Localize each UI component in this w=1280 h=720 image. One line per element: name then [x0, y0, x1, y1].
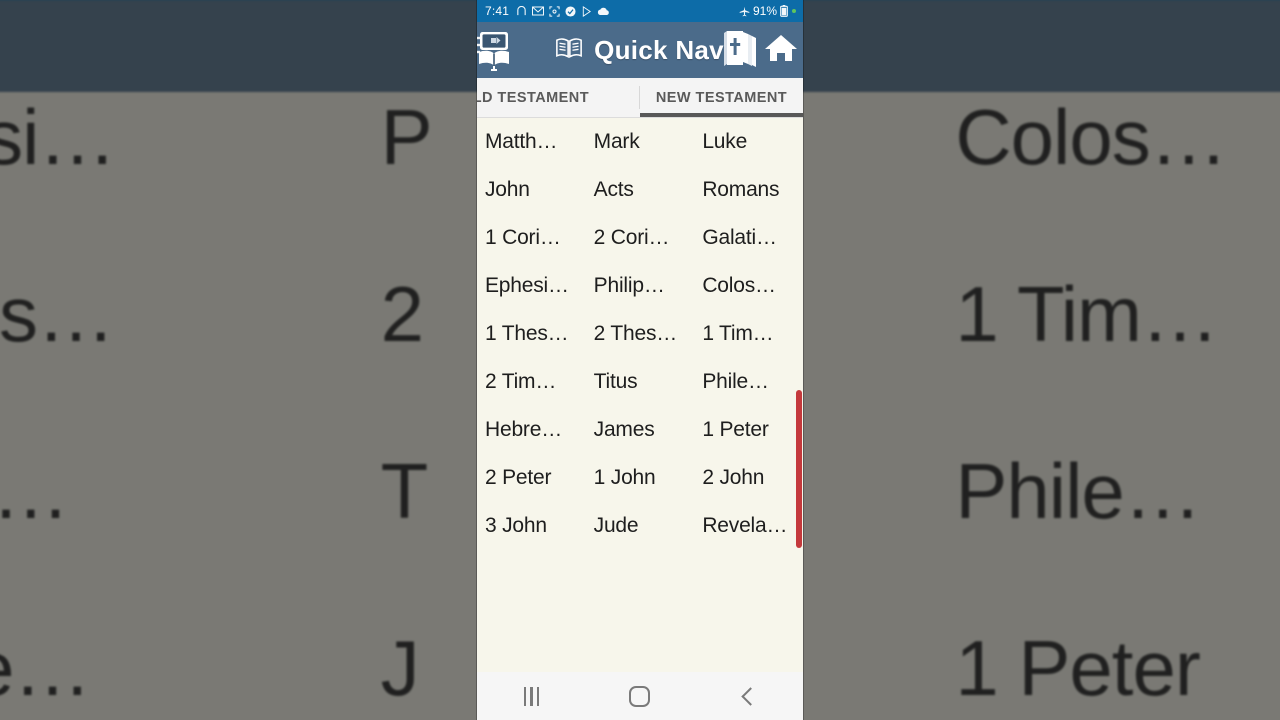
bible-books-stack-icon[interactable]: [721, 28, 757, 73]
tab-new-testament[interactable]: NEW TESTAMENT: [640, 78, 803, 117]
book-item[interactable]: 1 Thes…: [477, 310, 586, 358]
book-item[interactable]: 2 Thes…: [586, 310, 695, 358]
book-item[interactable]: Hebre…: [477, 406, 586, 454]
recents-button[interactable]: [501, 672, 561, 720]
book-item[interactable]: 1 John: [586, 454, 695, 502]
book-item[interactable]: Colos…: [694, 262, 803, 310]
book-item[interactable]: Luke: [694, 118, 803, 166]
status-bar-notification-icons: [516, 5, 610, 17]
play-store-icon: [581, 5, 592, 17]
book-grid: Matth… Mark Luke John Acts Romans 1 Cori… 2 Cor…: [477, 118, 803, 550]
home-icon[interactable]: [763, 32, 799, 69]
book-item[interactable]: 2 Tim…: [477, 358, 586, 406]
tab-indicator: [640, 113, 803, 117]
book-item[interactable]: Ephesi…: [477, 262, 586, 310]
book-item[interactable]: John: [477, 166, 586, 214]
recents-icon: [523, 686, 540, 706]
phone-screen: 7:41 91% Quick Nav LD TESTAMENT NEW TEST…: [477, 0, 803, 720]
back-button[interactable]: [719, 672, 779, 720]
tab-old-testament[interactable]: OLD TESTAMENT: [477, 78, 640, 117]
airplane-mode-icon: [739, 6, 750, 17]
book-item[interactable]: 2 Cori…: [586, 214, 695, 262]
book-item[interactable]: Galati…: [694, 214, 803, 262]
book-item[interactable]: Acts: [586, 166, 695, 214]
open-book-icon: [556, 37, 582, 64]
book-item[interactable]: Mark: [586, 118, 695, 166]
book-item[interactable]: James: [586, 406, 695, 454]
book-item[interactable]: 1 Cori…: [477, 214, 586, 262]
book-item[interactable]: 1 Peter: [694, 406, 803, 454]
tab-label: NEW TESTAMENT: [655, 89, 788, 106]
tab-label: OLD TESTAMENT: [477, 89, 590, 106]
home-button[interactable]: [610, 672, 670, 720]
testament-tabs: OLD TESTAMENT NEW TESTAMENT: [477, 78, 803, 118]
recording-indicator-dot: [792, 9, 796, 13]
book-item[interactable]: Romans: [694, 166, 803, 214]
screenshot-icon: [549, 5, 560, 17]
android-navigation-bar: [477, 672, 803, 720]
book-list-container: Matth… Mark Luke John Acts Romans 1 Cori… 2 Cor…: [477, 118, 803, 672]
cloud-icon: [597, 7, 610, 16]
battery-percentage: 91%: [752, 4, 777, 18]
back-chevron-icon: [741, 686, 760, 706]
page-title: Quick Nav: [594, 34, 724, 65]
book-item[interactable]: 3 John: [477, 502, 586, 550]
status-bar-system-icons: 91%: [739, 4, 796, 18]
book-item[interactable]: Phile…: [694, 358, 803, 406]
app-bar-actions: [721, 28, 799, 73]
status-bar: 7:41 91%: [477, 0, 803, 22]
screen: Ephesi…PColos…1 Thes…21 Tim…2 Tim…TPhile…: [0, 0, 1280, 720]
battery-icon: [780, 5, 788, 17]
scrollbar-track[interactable]: [796, 118, 803, 672]
home-nav-icon: [629, 685, 651, 707]
book-item[interactable]: 2 Peter: [477, 454, 586, 502]
book-item[interactable]: Matth…: [477, 118, 586, 166]
book-item[interactable]: Jude: [586, 502, 695, 550]
check-circle-icon: [565, 5, 576, 17]
app-bar: Quick Nav: [477, 22, 803, 78]
book-item[interactable]: Revela…: [694, 502, 803, 550]
book-item[interactable]: 2 John: [694, 454, 803, 502]
book-item[interactable]: 1 Tim…: [694, 310, 803, 358]
gmail-icon: [532, 6, 545, 16]
status-bar-clock: 7:41: [485, 4, 510, 18]
book-item[interactable]: Titus: [586, 358, 695, 406]
scrollbar-thumb[interactable]: [796, 390, 802, 548]
book-item[interactable]: Philip…: [586, 262, 695, 310]
vpn-icon: [516, 5, 527, 17]
